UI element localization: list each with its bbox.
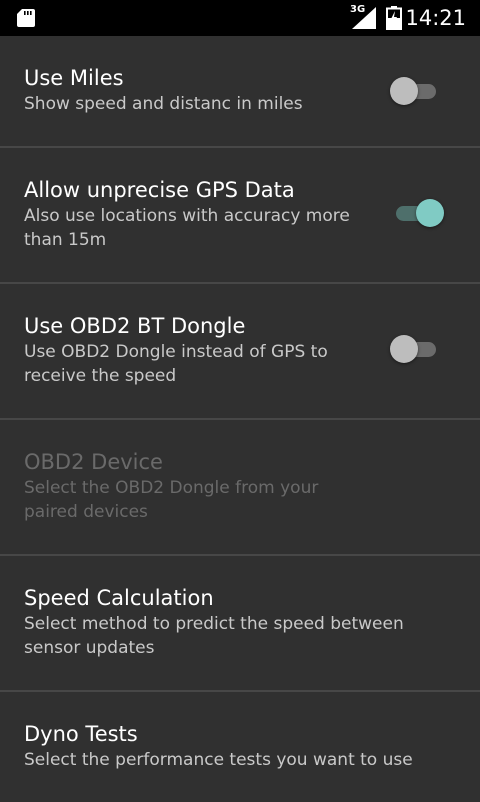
setting-summary: Select method to predict the speed betwe… — [24, 614, 404, 658]
status-bar: 3G 14:21 — [0, 0, 480, 36]
battery-icon — [386, 6, 402, 30]
setting-summary: Select the OBD2 Dongle from your paired … — [24, 478, 319, 522]
setting-title: OBD2 Device — [24, 450, 163, 474]
setting-obd2-device: OBD2 Device Select the OBD2 Dongle from … — [0, 420, 480, 556]
setting-summary: Show speed and distanc in miles — [24, 94, 303, 114]
setting-title: Dyno Tests — [24, 722, 138, 746]
setting-title: Speed Calculation — [24, 586, 214, 610]
sd-card-icon — [17, 9, 35, 27]
setting-dyno-tests[interactable]: Dyno Tests Select the performance tests … — [0, 692, 480, 802]
signal-icon — [352, 7, 376, 29]
obd2-dongle-switch[interactable] — [390, 335, 442, 363]
use-miles-switch[interactable] — [390, 77, 442, 105]
clock: 14:21 — [405, 6, 466, 30]
setting-speed-calculation[interactable]: Speed Calculation Select method to predi… — [0, 556, 480, 692]
setting-unprecise-gps[interactable]: Allow unprecise GPS Data Also use locati… — [0, 148, 480, 284]
setting-summary: Also use locations with accuracy more th… — [24, 206, 350, 250]
settings-list: Use Miles Show speed and distanc in mile… — [0, 36, 480, 802]
setting-obd2-dongle[interactable]: Use OBD2 BT Dongle Use OBD2 Dongle inste… — [0, 284, 480, 420]
setting-summary: Select the performance tests you want to… — [24, 750, 413, 770]
switch-thumb — [390, 335, 418, 363]
switch-thumb — [390, 77, 418, 105]
unprecise-gps-switch[interactable] — [390, 199, 444, 227]
switch-thumb — [416, 199, 444, 227]
setting-summary: Use OBD2 Dongle instead of GPS to receiv… — [24, 342, 328, 386]
setting-use-miles[interactable]: Use Miles Show speed and distanc in mile… — [0, 36, 480, 148]
